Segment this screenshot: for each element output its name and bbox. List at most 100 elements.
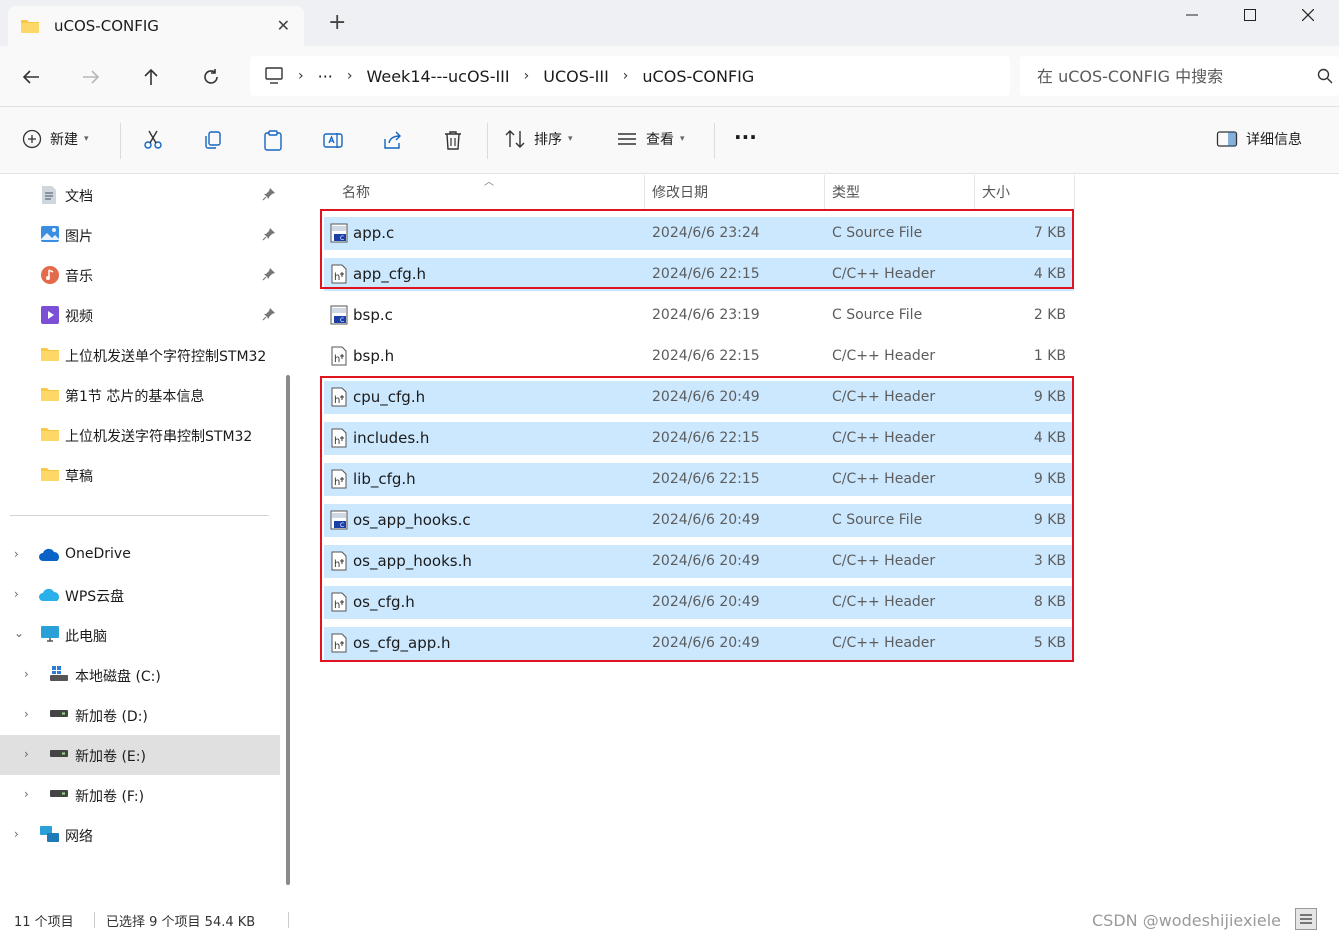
up-button[interactable]: [136, 62, 166, 92]
refresh-button[interactable]: [196, 62, 226, 92]
file-date: 2024/6/6 22:15: [652, 348, 760, 364]
sidebar-item-label: 上位机发送字符串控制STM32: [65, 429, 253, 445]
forward-button[interactable]: [76, 62, 106, 92]
chevron-right-icon[interactable]: ›: [14, 827, 19, 841]
sidebar-item-drive-d[interactable]: › 新加卷 (D:): [0, 695, 280, 735]
file-row[interactable]: h bsp.h 2024/6/6 22:15 C/C++ Header 1 KB: [324, 340, 1074, 373]
pin-icon[interactable]: [262, 267, 276, 281]
chevron-right-icon[interactable]: ›: [24, 707, 29, 721]
folder-icon: [41, 348, 59, 361]
documents-icon: [42, 186, 56, 204]
sidebar-item-videos[interactable]: 视频: [0, 295, 280, 335]
new-tab-button[interactable]: +: [328, 12, 346, 34]
column-divider[interactable]: [1074, 175, 1075, 209]
file-list-view: ︿ 名称 修改日期 类型 大小 Capp.c 2024/6/6 23:24 C So…: [300, 175, 1339, 903]
sidebar-item-label: 视频: [65, 309, 93, 325]
pin-icon[interactable]: [262, 307, 276, 321]
file-size: 1 KB: [1033, 348, 1066, 364]
paste-button[interactable]: [262, 129, 284, 151]
minimize-button[interactable]: [1163, 0, 1221, 30]
sidebar-item-this-pc[interactable]: ⌄ 此电脑: [0, 615, 280, 655]
pin-icon[interactable]: [262, 187, 276, 201]
more-options-button[interactable]: ···: [734, 125, 757, 149]
sidebar-item-documents[interactable]: 文档: [0, 175, 280, 215]
folder-icon: [41, 388, 59, 401]
column-header-type[interactable]: 类型: [832, 175, 860, 209]
column-header-modified[interactable]: 修改日期: [652, 175, 708, 209]
toolbar-divider: [487, 123, 488, 159]
arrow-left-icon: [22, 70, 39, 84]
view-button[interactable]: 查看 ▾: [616, 129, 685, 149]
new-label: 新建: [50, 132, 78, 148]
tab-title: uCOS-CONFIG: [54, 17, 159, 35]
sidebar-item-drive-c[interactable]: › 本地磁盘 (C:): [0, 655, 280, 695]
chevron-right-icon[interactable]: ›: [24, 667, 29, 681]
share-icon: [384, 131, 401, 149]
sidebar-item-folder[interactable]: 草稿: [0, 455, 280, 495]
file-row[interactable]: Cbsp.c 2024/6/6 23:19 C Source File 2 KB: [324, 299, 1074, 332]
chevron-down-icon[interactable]: ⌄: [14, 626, 24, 640]
file-name: bsp.h: [353, 347, 395, 365]
sidebar-scrollbar[interactable]: [286, 375, 290, 885]
breadcrumb-item[interactable]: UCOS-III: [543, 67, 609, 86]
sidebar-item-label: 新加卷 (E:): [75, 749, 146, 765]
chevron-right-icon[interactable]: ›: [24, 747, 29, 761]
pictures-icon: [41, 226, 59, 242]
column-divider[interactable]: [974, 175, 975, 209]
cut-button[interactable]: [142, 129, 164, 151]
sidebar-item-music[interactable]: 音乐: [0, 255, 280, 295]
column-divider[interactable]: [824, 175, 825, 209]
column-header-size[interactable]: 大小: [982, 175, 1010, 209]
breadcrumb-more[interactable]: ···: [318, 67, 333, 86]
details-view-icon[interactable]: [1295, 908, 1317, 930]
arrow-up-icon: [144, 68, 158, 85]
column-divider[interactable]: [644, 175, 645, 209]
sort-button[interactable]: 排序 ▾: [504, 129, 573, 149]
address-bar[interactable]: › ··· › Week14---ucOS-III › UCOS-III › u…: [250, 56, 1010, 96]
chevron-right-icon[interactable]: ›: [24, 787, 29, 801]
sidebar-item-onedrive[interactable]: › OneDrive: [0, 535, 280, 575]
sidebar-item-folder[interactable]: 第1节 芯片的基本信息: [0, 375, 280, 415]
sidebar-item-drive-e[interactable]: › 新加卷 (E:): [0, 735, 280, 775]
details-pane-button[interactable]: 详细信息: [1216, 129, 1302, 149]
chevron-down-icon: ▾: [680, 134, 685, 144]
close-window-button[interactable]: [1279, 0, 1337, 30]
tab-ucos-config[interactable]: uCOS-CONFIG ✕: [8, 6, 304, 46]
chevron-down-icon: ▾: [568, 134, 573, 144]
title-bar: uCOS-CONFIG ✕ +: [0, 0, 1339, 46]
toolbar-divider: [714, 123, 715, 159]
column-header-name[interactable]: 名称: [342, 175, 370, 209]
search-box: [1020, 56, 1339, 96]
sidebar-item-label: OneDrive: [65, 546, 131, 562]
chevron-right-icon: ›: [346, 68, 353, 84]
sidebar-item-label: 草稿: [65, 469, 93, 485]
share-button[interactable]: [382, 129, 404, 151]
search-input[interactable]: [1037, 66, 1307, 86]
breadcrumb-item[interactable]: Week14---ucOS-III: [366, 67, 509, 86]
sidebar-item-wps-cloud[interactable]: › WPS云盘: [0, 575, 280, 615]
rename-button[interactable]: [322, 129, 344, 151]
sidebar-item-label: WPS云盘: [65, 589, 125, 605]
new-button[interactable]: 新建 ▾: [22, 129, 89, 149]
chevron-right-icon[interactable]: ›: [14, 547, 19, 561]
sidebar-item-pictures[interactable]: 图片: [0, 215, 280, 255]
sidebar-item-folder[interactable]: 上位机发送单个字符控制STM32: [0, 335, 280, 375]
sidebar-item-network[interactable]: › 网络: [0, 815, 280, 855]
pin-icon[interactable]: [262, 227, 276, 241]
chevron-right-icon[interactable]: ›: [14, 587, 19, 601]
sidebar-item-drive-f[interactable]: › 新加卷 (F:): [0, 775, 280, 815]
maximize-button[interactable]: [1221, 0, 1279, 30]
breadcrumb-item[interactable]: uCOS-CONFIG: [642, 67, 754, 86]
copy-button[interactable]: [202, 129, 224, 151]
sidebar-item-folder[interactable]: 上位机发送字符串控制STM32: [0, 415, 280, 455]
close-tab-icon[interactable]: ✕: [277, 16, 290, 35]
delete-button[interactable]: [442, 129, 464, 151]
details-pane-icon: [1216, 131, 1238, 147]
sidebar-item-label: 新加卷 (F:): [75, 789, 145, 805]
drive-icon: [50, 710, 68, 717]
file-type: C Source File: [832, 307, 923, 323]
network-icon: [40, 826, 59, 842]
status-divider: [94, 912, 95, 928]
sort-icon: [505, 130, 525, 148]
back-button[interactable]: [16, 62, 46, 92]
